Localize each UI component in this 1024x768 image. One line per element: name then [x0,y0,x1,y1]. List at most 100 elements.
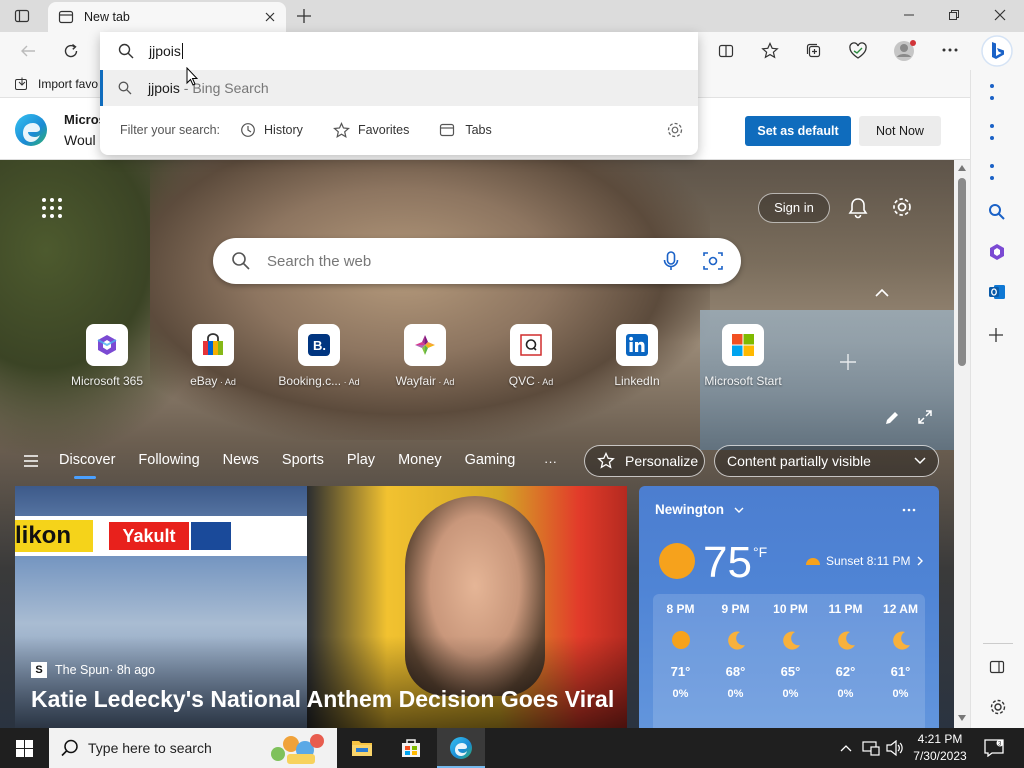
hour-time: 8 PM [666,602,695,616]
apps-grid-icon[interactable] [41,197,63,219]
network-icon[interactable] [862,740,880,756]
clock-date[interactable]: 7/30/2023 [912,749,968,763]
hour-9pm[interactable]: 9 PM 68° 0% [708,602,763,700]
sign-in-button[interactable]: Sign in [758,193,830,223]
ad-badge: · Ad [217,377,236,387]
sidebar-toggle-icon[interactable] [989,659,1005,675]
search-icon [231,251,251,271]
address-input[interactable]: jjpois [100,32,698,70]
nav-following[interactable]: Following [138,452,199,468]
nav-sports[interactable]: Sports [282,452,324,468]
moon-icon [891,630,911,650]
windows-start-icon[interactable] [16,740,33,757]
hour-11pm[interactable]: 11 PM 62° 0% [818,602,873,700]
feed-menu-icon[interactable] [24,455,38,467]
news-card[interactable]: likon Yakult S The Spun · 8h ago Katie L… [15,486,627,728]
weather-more-icon[interactable] [902,508,916,512]
sidebar-add-icon[interactable] [989,328,1003,342]
hour-12am[interactable]: 12 AM 61° 0% [873,602,928,700]
microphone-icon[interactable] [663,251,679,271]
sidebar-app-icon-1[interactable] [988,83,996,101]
collections-icon[interactable] [805,42,823,60]
minimize-icon[interactable] [903,9,915,21]
nav-news[interactable]: News [223,452,259,468]
nav-discover[interactable]: Discover [59,452,115,468]
back-icon[interactable] [20,43,36,59]
import-favorites-button[interactable]: Import favo [14,76,98,92]
weather-card[interactable]: Newington 75 °F Sunset 8:11 PM 8 PM 71° … [639,486,939,728]
visual-search-icon[interactable] [703,251,723,271]
tab-actions-icon[interactable] [14,8,30,24]
clock-time[interactable]: 4:21 PM [917,732,963,746]
sidebar-app-icon-3[interactable] [988,163,996,181]
add-quicklink-icon[interactable] [839,353,857,371]
suggestion-highlight-bar [100,70,103,106]
bing-copilot-icon[interactable] [980,34,1014,68]
hour-precip: 0% [892,688,909,700]
quicklink-ebay[interactable]: eBay · Ad [170,324,256,388]
quicklink-microsoft-start[interactable]: Microsoft Start [700,324,786,388]
set-as-default-button[interactable]: Set as default [745,116,851,146]
edit-background-icon[interactable] [884,410,900,426]
search-settings-gear-icon[interactable] [666,121,684,139]
scroll-thumb[interactable] [958,178,966,366]
sidebar-outlook-icon[interactable] [988,283,1006,301]
taskbar-search-box[interactable]: Type here to search [49,728,337,768]
tab-new-tab[interactable]: New tab [48,2,286,32]
close-window-icon[interactable] [994,9,1006,21]
sidebar-app-icon-2[interactable] [988,123,996,141]
banner-yakult-text: Yakult [109,522,189,550]
nav-more[interactable]: ··· [544,454,557,469]
filter-history[interactable]: History [240,122,303,138]
personalize-button[interactable]: Personalize [584,445,705,477]
content-visibility-dropdown[interactable]: Content partially visible [714,445,939,477]
sidebar-search-icon[interactable] [988,203,1006,221]
nav-money[interactable]: Money [398,452,442,468]
filter-tabs[interactable]: Tabs [439,122,492,138]
weather-location[interactable]: Newington [655,502,744,517]
restore-icon[interactable] [948,9,960,21]
scroll-down-icon[interactable] [958,715,966,721]
collapse-chevron-icon[interactable] [875,288,889,298]
refresh-icon[interactable] [63,43,79,59]
the-spun-logo-icon: S [31,662,47,678]
quicklink-wayfair[interactable]: Wayfair · Ad [382,324,468,388]
favorites-star-icon[interactable] [761,42,779,60]
quicklink-qvc[interactable]: QVC · Ad [488,324,574,388]
quicklink-linkedin[interactable]: LinkedIn [594,324,680,388]
show-hidden-icons-chevron-icon[interactable] [840,744,852,752]
split-screen-icon[interactable] [718,43,734,59]
notification-center-icon[interactable]: 3 [984,739,1004,757]
quicklink-microsoft-365[interactable]: Microsoft 365 [64,324,150,388]
wayfair-tile [404,324,446,366]
microsoft-store-icon[interactable] [400,737,422,759]
history-icon [240,122,256,138]
quicklink-booking[interactable]: B. Booking.c... · Ad [276,324,362,388]
nav-gaming[interactable]: Gaming [465,452,516,468]
filter-favorites[interactable]: Favorites [332,121,409,139]
close-tab-icon[interactable] [264,11,276,23]
sidebar-m365-icon[interactable] [988,243,1006,261]
hour-temp: 68° [725,664,746,679]
page-scrollbar[interactable] [954,160,970,728]
sunset-info[interactable]: Sunset 8:11 PM [805,554,923,568]
nav-play[interactable]: Play [347,452,375,468]
scroll-up-icon[interactable] [958,165,966,171]
expand-icon[interactable] [917,409,933,425]
news-headline[interactable]: Katie Ledecky's National Anthem Decision… [31,686,627,713]
hour-8pm[interactable]: 8 PM 71° 0% [653,602,708,700]
file-explorer-icon[interactable] [351,738,373,758]
profile-avatar[interactable] [892,39,918,63]
not-now-button[interactable]: Not Now [859,116,941,146]
page-settings-gear-icon[interactable] [891,196,913,218]
hour-10pm[interactable]: 10 PM 65° 0% [763,602,818,700]
notifications-bell-icon[interactable] [848,197,868,219]
more-menu-icon[interactable] [942,48,958,52]
edge-taskbar-button[interactable] [437,728,485,768]
volume-icon[interactable] [886,740,904,756]
sidebar-settings-icon[interactable] [989,698,1007,716]
web-search-box[interactable]: Search the web [213,238,741,284]
new-tab-plus-icon[interactable] [296,8,312,24]
browser-essentials-icon[interactable] [848,42,868,60]
headline-shade [15,636,627,728]
